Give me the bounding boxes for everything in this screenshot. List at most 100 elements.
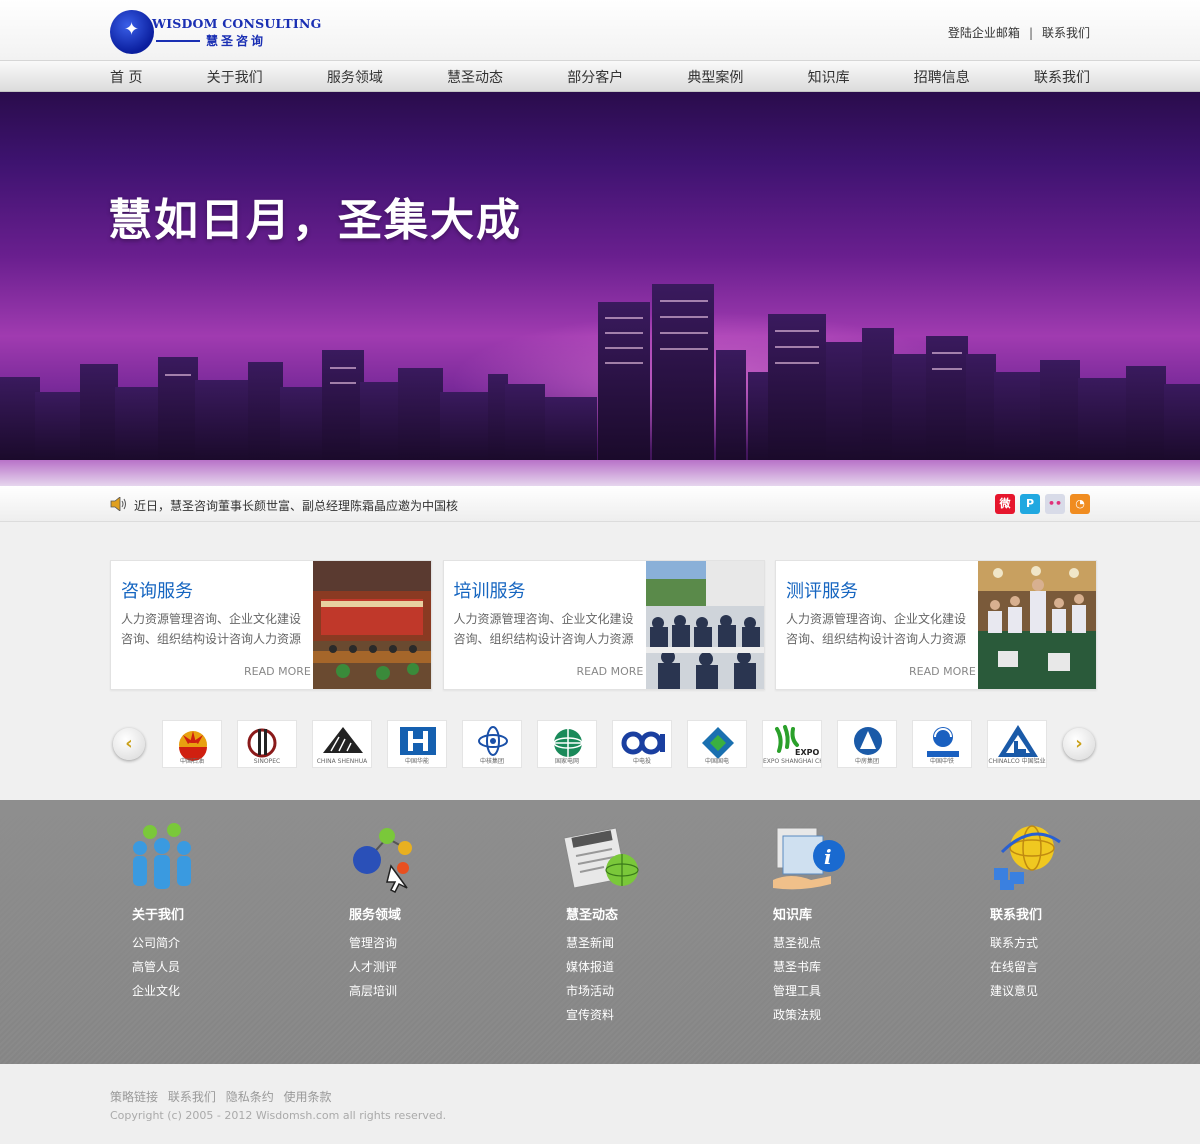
logo-underline — [156, 40, 200, 42]
carousel-prev-button[interactable]: ‹ — [113, 728, 145, 760]
client-logo-caption: 中房集团 — [854, 758, 879, 765]
nav-about[interactable]: 关于我们 — [207, 67, 263, 87]
service-title: 测评服务 — [786, 581, 858, 602]
footer-link[interactable]: 媒体报道 — [566, 960, 614, 984]
header: WISDOM CONSULTING 慧圣咨询 登陆企业邮箱 | 联系我们 — [0, 0, 1200, 60]
hero-banner: 慧如日月，圣集大成 — [0, 92, 1200, 486]
footer-link[interactable]: 公司简介 — [132, 936, 180, 960]
client-logo-carousel: ‹ 中国石油 SINOPEC CHINA SHENHUA 中国华能 中核集团 国… — [113, 718, 1095, 770]
footer-links-section: 关于我们 公司简介 高管人员 企业文化 服务领域 管理咨询 人才测评 高层培训 — [0, 800, 1200, 1064]
client-logo[interactable]: 中电投 — [612, 720, 672, 768]
privacy-link[interactable]: 隐私条约 — [226, 1090, 274, 1104]
banner-slogan: 慧如日月，圣集大成 — [108, 195, 522, 246]
news-ticker-bar: 近日，慧圣咨询董事长颜世富、副总经理陈霜晶应邀为中国核 微 P •• ◔ — [0, 486, 1200, 522]
footer-link[interactable]: 企业文化 — [132, 984, 180, 1008]
svg-text:i: i — [824, 845, 832, 869]
client-logo[interactable]: CHINA SHENHUA — [312, 720, 372, 768]
weibo-icon[interactable]: 微 — [995, 494, 1015, 514]
nav-careers[interactable]: 招聘信息 — [914, 67, 970, 87]
footer-link[interactable]: 高管人员 — [132, 960, 180, 984]
service-title: 培训服务 — [453, 581, 526, 602]
training-classroom-photo — [645, 561, 764, 689]
client-logo[interactable]: 中国石油 — [162, 720, 222, 768]
assessment-seminar-photo — [978, 561, 1096, 689]
contact-link[interactable]: 联系我们 — [168, 1090, 216, 1104]
read-more-link[interactable]: READ MORE — [577, 665, 644, 678]
client-logo-caption: CHINALCO 中国铝业 — [988, 758, 1046, 765]
people-group-icon — [133, 823, 191, 889]
footer-link[interactable]: 管理工具 — [773, 984, 821, 1008]
terms-link[interactable]: 使用条款 — [284, 1090, 332, 1104]
logo-text-cn: 慧圣咨询 — [206, 34, 267, 48]
client-logo[interactable]: 中国华能 — [387, 720, 447, 768]
client-logo[interactable]: 中房集团 — [837, 720, 897, 768]
main-nav: 首 页 关于我们 服务领域 慧圣动态 部分客户 典型案例 知识库 招聘信息 联系… — [0, 60, 1200, 92]
footer-link[interactable]: 在线留言 — [990, 960, 1038, 984]
client-logo[interactable]: EXPO EXPO SHANGHAI CHINA — [762, 720, 822, 768]
nav-news[interactable]: 慧圣动态 — [447, 67, 503, 87]
top-links: 登陆企业邮箱 | 联系我们 — [948, 24, 1090, 41]
strategy-link[interactable]: 策略链接 — [110, 1090, 158, 1104]
client-logo[interactable]: 中国国电 — [687, 720, 747, 768]
client-logo[interactable]: 中核集团 — [462, 720, 522, 768]
top-contact-link[interactable]: 联系我们 — [1042, 26, 1090, 40]
footer-link[interactable]: 联系方式 — [990, 936, 1038, 960]
footer-link[interactable]: 慧圣新闻 — [566, 936, 614, 960]
info-document-icon: i — [773, 827, 845, 890]
footer-link[interactable]: 慧圣书库 — [773, 960, 821, 984]
footer-col-title[interactable]: 服务领域 — [349, 904, 401, 923]
newspaper-globe-icon — [563, 827, 639, 889]
footer-col-title[interactable]: 联系我们 — [990, 904, 1042, 923]
social-links: 微 P •• ◔ — [995, 494, 1090, 514]
client-logo-caption: 中国中铁 — [929, 758, 954, 765]
footer-link[interactable]: 宣传资料 — [566, 1008, 614, 1032]
read-more-link[interactable]: READ MORE — [244, 665, 311, 678]
nav-knowledge[interactable]: 知识库 — [808, 67, 850, 87]
client-logo-caption: 中核集团 — [479, 758, 504, 765]
nav-home[interactable]: 首 页 — [110, 67, 142, 87]
footer-link[interactable]: 政策法规 — [773, 1008, 821, 1032]
client-logo-caption: 国家电网 — [554, 758, 579, 765]
client-logo-caption: EXPO SHANGHAI CHINA — [763, 758, 821, 765]
consulting-meeting-photo — [313, 561, 431, 689]
footer-col-title[interactable]: 关于我们 — [132, 904, 184, 923]
client-logo-caption: 中国石油 — [179, 758, 204, 765]
service-desc: 人力资源管理咨询、企业文化建设咨询、组织结构设计咨询人力资源 — [453, 612, 634, 646]
client-logo[interactable]: 国家电网 — [537, 720, 597, 768]
client-logo-caption: CHINA SHENHUA — [316, 758, 368, 765]
footer-link[interactable]: 慧圣视点 — [773, 936, 821, 960]
flickr-icon[interactable]: •• — [1045, 494, 1065, 514]
top-links-separator: | — [1028, 26, 1033, 40]
client-logo[interactable]: SINOPEC — [237, 720, 297, 768]
copyright-text: Copyright (c) 2005 - 2012 Wisdomsh.com a… — [110, 1109, 447, 1122]
service-card-training[interactable]: 培训服务 人力资源管理咨询、企业文化建设咨询、组织结构设计咨询人力资源 READ… — [442, 560, 765, 690]
news-ticker-text[interactable]: 近日，慧圣咨询董事长颜世富、副总经理陈霜晶应邀为中国核 — [134, 497, 458, 514]
footer-link[interactable]: 建议意见 — [990, 984, 1038, 1008]
pinterest-icon[interactable]: P — [1020, 494, 1040, 514]
read-more-link[interactable]: READ MORE — [909, 665, 976, 678]
speaker-icon — [110, 497, 126, 511]
client-logo[interactable]: 中国中铁 — [912, 720, 972, 768]
service-card-consulting[interactable]: 咨询服务 人力资源管理咨询、企业文化建设咨询、组织结构设计咨询人力资源 READ… — [110, 560, 432, 690]
nav-services[interactable]: 服务领域 — [327, 67, 383, 87]
client-logo[interactable]: CHINALCO 中国铝业 — [987, 720, 1047, 768]
company-logo[interactable]: WISDOM CONSULTING 慧圣咨询 — [110, 8, 321, 54]
footer-col-title[interactable]: 慧圣动态 — [566, 904, 618, 923]
nav-clients[interactable]: 部分客户 — [567, 67, 623, 87]
nav-cases[interactable]: 典型案例 — [687, 67, 743, 87]
footer-link[interactable]: 管理咨询 — [349, 936, 397, 960]
service-card-assessment[interactable]: 测评服务 人力资源管理咨询、企业文化建设咨询、组织结构设计咨询人力资源 READ… — [775, 560, 1097, 690]
svg-text:EXPO: EXPO — [795, 748, 819, 757]
footer-link[interactable]: 高层培训 — [349, 984, 397, 1008]
footer-link[interactable]: 人才测评 — [349, 960, 397, 984]
network-pointer-icon — [353, 828, 412, 893]
footer-link[interactable]: 市场活动 — [566, 984, 614, 1008]
footer-col-title[interactable]: 知识库 — [773, 904, 812, 923]
mail-login-link[interactable]: 登陆企业邮箱 — [948, 26, 1020, 40]
service-cards: 咨询服务 人力资源管理咨询、企业文化建设咨询、组织结构设计咨询人力资源 READ… — [110, 560, 1097, 690]
client-logo-caption: SINOPEC — [253, 758, 281, 765]
carousel-next-button[interactable]: › — [1063, 728, 1095, 760]
client-logo-caption: 中国华能 — [404, 758, 429, 765]
rss-icon[interactable]: ◔ — [1070, 494, 1090, 514]
nav-contact[interactable]: 联系我们 — [1034, 67, 1090, 87]
